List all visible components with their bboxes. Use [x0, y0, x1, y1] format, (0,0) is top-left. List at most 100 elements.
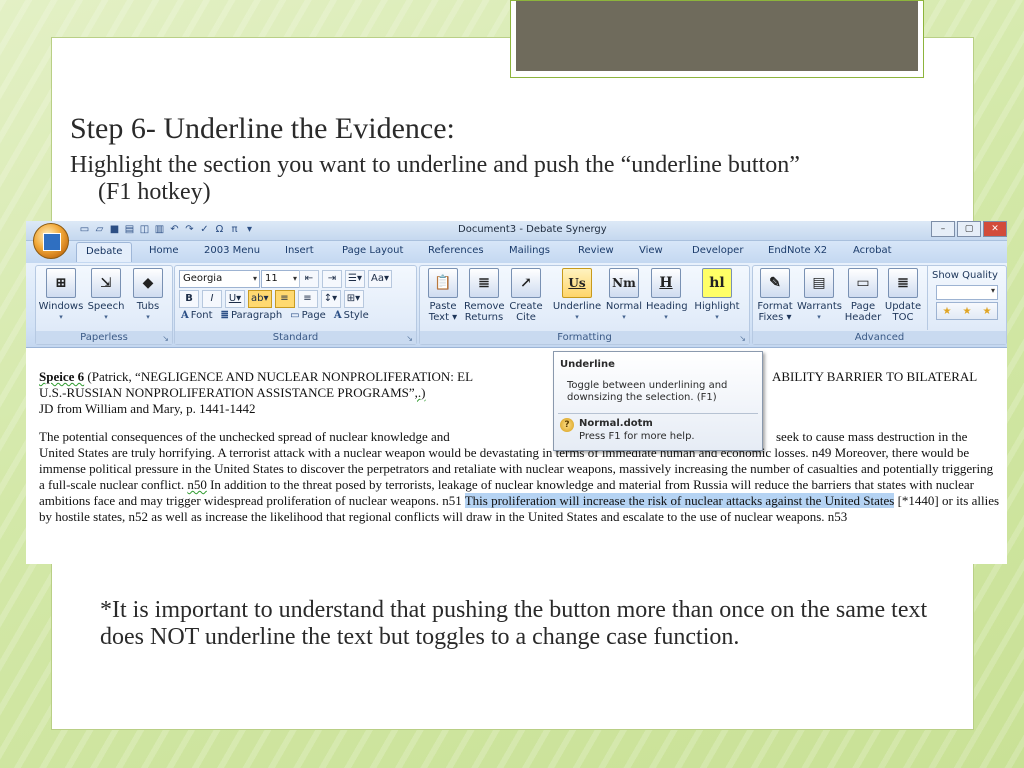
show-quality-label: Show Quality: [932, 270, 998, 281]
word-titlebar: ▭ ▱ ■ ▤ ◫ ▥ ↶ ↷ ✓ Ω π ▾ Document3 - Deba…: [26, 221, 1007, 241]
change-case-icon[interactable]: Aa▾: [368, 270, 392, 288]
warrants-button[interactable]: ▤ Warrants ▾: [797, 268, 842, 323]
tab-acrobat[interactable]: Acrobat: [853, 245, 892, 256]
star-icon[interactable]: ★: [983, 306, 992, 317]
underline-button[interactable]: Us Underline ▾: [552, 268, 602, 323]
page-header-button[interactable]: ▭ Page Header: [843, 268, 883, 323]
evidence-paragraph-line1: The potential consequences of the unchec…: [39, 429, 968, 444]
show-quality-panel: Show Quality ▾ ★ ★ ★: [927, 266, 1006, 330]
font-icon: A: [181, 310, 189, 321]
cite-line1: Speice 6 (Patrick, “NEGLIGENCE AND NUCLE…: [39, 369, 978, 384]
line-spacing-icon[interactable]: ↕▾: [320, 290, 341, 308]
office-button[interactable]: [33, 223, 69, 259]
evidence-paragraph: United States are truly horrifying. A te…: [39, 445, 1000, 524]
star-icon[interactable]: ★: [963, 306, 972, 317]
warrants-icon: ▤: [804, 268, 834, 298]
open-icon[interactable]: ▱: [93, 223, 106, 236]
tab-2003-menu[interactable]: 2003 Menu: [204, 245, 260, 256]
undo-icon[interactable]: ↶: [168, 223, 181, 236]
underline-small-icon[interactable]: U▾: [225, 290, 245, 308]
paste-text-button[interactable]: 📋 Paste Text ▾: [424, 268, 462, 323]
format-fixes-icon: ✎: [760, 268, 790, 298]
close-icon[interactable]: ✕: [983, 221, 1007, 237]
align-left-icon[interactable]: ≡: [274, 290, 295, 308]
quality-stars[interactable]: ★ ★ ★: [936, 302, 998, 320]
tab-review[interactable]: Review: [578, 245, 614, 256]
group-standard: Georgia ▾ 11 ▾ ⇤ ⇥ ☰▾ Aa▾ B I U▾ ab▾ ≡ ≡ ↕…: [174, 265, 417, 345]
print-icon[interactable]: ▤: [123, 223, 136, 236]
remove-returns-button[interactable]: ≣ Remove Returns: [464, 268, 505, 323]
tooltip-separator: [558, 413, 758, 414]
font-size-combo[interactable]: 11 ▾: [261, 270, 300, 288]
paste-icon[interactable]: ▥: [153, 223, 166, 236]
paragraph-tools-row: ⇤ ⇥ ☰▾ Aa▾: [299, 270, 392, 288]
tab-endnote[interactable]: EndNote X2: [768, 245, 827, 256]
borders-icon[interactable]: ⊞▾: [343, 290, 364, 308]
top-decor-fill: [516, 1, 918, 71]
minimize-icon[interactable]: –: [931, 221, 955, 237]
group-paperless: ⊞ Windows ▾ ⇲ Speech ▾ ◆ Tubs ▾ Paperles…: [35, 265, 173, 345]
star-icon[interactable]: ★: [943, 306, 952, 317]
outdent-icon[interactable]: ⇤: [299, 270, 319, 288]
redo-icon[interactable]: ↷: [183, 223, 196, 236]
tab-references[interactable]: References: [428, 245, 484, 256]
page-link[interactable]: ▭ Page: [290, 310, 326, 321]
tab-mailings[interactable]: Mailings: [509, 245, 550, 256]
normal-style-icon: Nm: [609, 268, 639, 298]
bullets-icon[interactable]: ☰▾: [345, 270, 365, 288]
symbol-icon[interactable]: Ω: [213, 223, 226, 236]
spelling-icon[interactable]: ✓: [198, 223, 211, 236]
top-decor-box: [510, 0, 924, 78]
dialog-launcher-icon[interactable]: ↘: [739, 334, 746, 343]
highlight-color-icon[interactable]: ab▾: [248, 290, 272, 308]
font-name-combo[interactable]: Georgia ▾: [179, 270, 260, 288]
tubs-button[interactable]: ◆ Tubs ▾: [128, 268, 168, 323]
align-center-icon[interactable]: ≡: [297, 290, 318, 308]
document-body[interactable]: Speice 6 (Patrick, “NEGLIGENCE AND NUCLE…: [39, 369, 1001, 525]
customize-qat-icon[interactable]: ▾: [243, 223, 256, 236]
highlight-button[interactable]: hl Highlight ▾: [692, 268, 742, 323]
cite-line3: JD from William and Mary, p. 1441-1442: [39, 401, 256, 416]
highlighted-selection[interactable]: This proliferation will increase the ris…: [464, 493, 895, 508]
bold-icon[interactable]: B: [179, 290, 199, 308]
help-icon: ?: [560, 418, 574, 432]
equation-icon[interactable]: π: [228, 223, 241, 236]
format-fixes-button[interactable]: ✎ Format Fixes ▾: [755, 268, 795, 323]
style-icon: A: [333, 310, 342, 321]
tab-page-layout[interactable]: Page Layout: [342, 245, 403, 256]
new-icon[interactable]: ▭: [78, 223, 91, 236]
tab-insert[interactable]: Insert: [285, 245, 314, 256]
slide-body-line1: Highlight the section you want to underl…: [70, 152, 800, 178]
create-cite-button[interactable]: ↗ Create Cite: [506, 268, 546, 323]
cite-line1-right: ABILITY BARRIER TO BILATERAL: [772, 369, 978, 384]
group-label-advanced: Advanced: [753, 331, 1006, 344]
tooltip-title: Underline: [560, 359, 615, 370]
normal-button[interactable]: Nm Normal ▾: [604, 268, 644, 323]
preview-icon[interactable]: ◫: [138, 223, 151, 236]
window-title: Document3 - Debate Synergy: [458, 224, 607, 235]
tab-view[interactable]: View: [639, 245, 663, 256]
font-link[interactable]: A Font: [181, 310, 213, 321]
maximize-icon[interactable]: ▢: [957, 221, 981, 237]
speech-button[interactable]: ⇲ Speech ▾: [86, 268, 126, 323]
windows-button[interactable]: ⊞ Windows ▾: [38, 268, 84, 323]
dialog-launcher-icon[interactable]: ↘: [406, 334, 413, 343]
style-link[interactable]: A Style: [334, 310, 369, 321]
word-screenshot: ▭ ▱ ■ ▤ ◫ ▥ ↶ ↷ ✓ Ω π ▾ Document3 - Deba…: [26, 221, 1007, 564]
tab-debate[interactable]: Debate: [76, 242, 133, 262]
highlight-icon: hl: [702, 268, 732, 298]
tab-home[interactable]: Home: [149, 245, 179, 256]
paragraph-link[interactable]: ≣ Paragraph: [221, 310, 283, 321]
tab-developer[interactable]: Developer: [692, 245, 743, 256]
indent-icon[interactable]: ⇥: [322, 270, 342, 288]
update-toc-button[interactable]: ≣ Update TOC: [883, 268, 923, 323]
show-quality-dropdown[interactable]: ▾: [936, 285, 998, 300]
dropdown-arrow-icon: ▾: [990, 286, 995, 295]
dialog-launcher-icon[interactable]: ↘: [162, 334, 169, 343]
heading-button[interactable]: H Heading ▾: [646, 268, 688, 323]
group-advanced: ✎ Format Fixes ▾ ▤ Warrants ▾ ▭ Page Hea…: [752, 265, 1007, 345]
italic-icon[interactable]: I: [202, 290, 222, 308]
save-icon[interactable]: ■: [108, 223, 121, 236]
slide-title: Step 6- Underline the Evidence:: [70, 112, 455, 145]
document-lines-icon: ≣: [469, 268, 499, 298]
